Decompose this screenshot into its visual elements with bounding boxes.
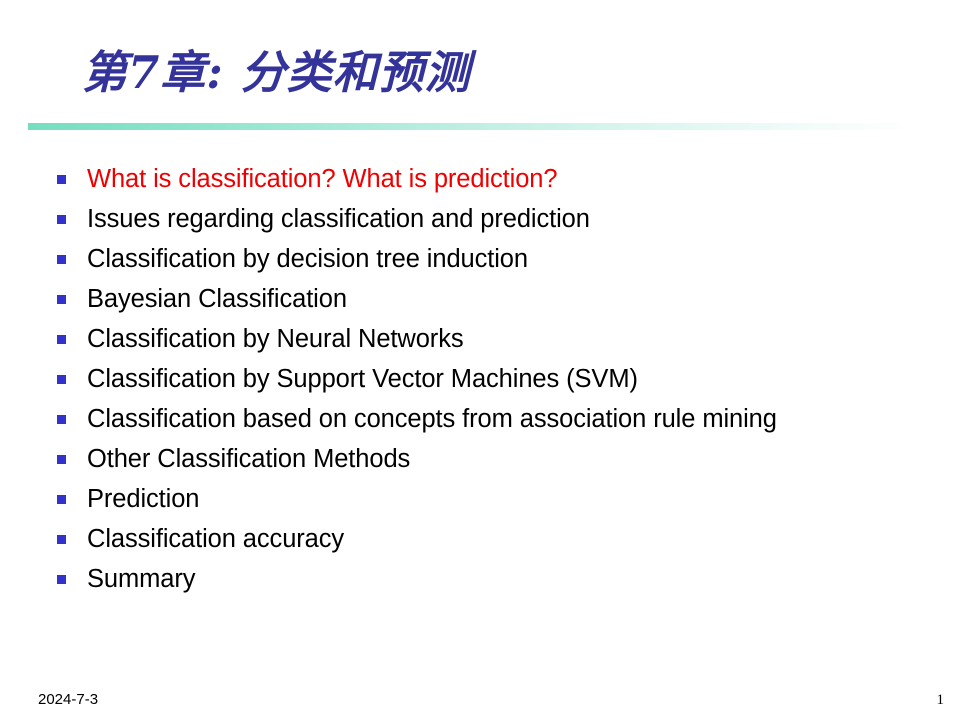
- footer-date: 2024-7-3: [38, 691, 99, 708]
- bullet-square-icon: [57, 495, 66, 504]
- bullet-square-icon: [57, 455, 66, 464]
- bullet-square-icon: [57, 215, 66, 224]
- bullet-square-icon: [57, 415, 66, 424]
- bullet-square-icon: [57, 175, 66, 184]
- list-item: Classification by Support Vector Machine…: [52, 363, 912, 396]
- list-item-label: Other Classification Methods: [87, 445, 411, 473]
- list-item-label: Prediction: [87, 485, 200, 513]
- page-title: 第7章: 分类和预测: [82, 46, 471, 99]
- list-item: Issues regarding classification and pred…: [52, 203, 912, 236]
- footer-page-number: 1: [936, 692, 945, 708]
- list-item: What is classification? What is predicti…: [52, 163, 912, 196]
- list-item: Classification by decision tree inductio…: [52, 243, 912, 276]
- list-item: Prediction: [52, 483, 912, 516]
- list-item-label: Summary: [87, 565, 196, 593]
- bullet-square-icon: [57, 535, 66, 544]
- title-block: 第7章: 分类和预测: [82, 41, 882, 113]
- bullet-square-icon: [57, 575, 66, 584]
- list-item-label: Bayesian Classification: [87, 285, 347, 313]
- list-item-label: Classification by Neural Networks: [87, 325, 464, 353]
- list-item-label: Classification accuracy: [87, 525, 345, 553]
- list-item: Bayesian Classification: [52, 283, 912, 316]
- bullet-square-icon: [57, 335, 66, 344]
- list-item: Other Classification Methods: [52, 443, 912, 476]
- slide-canvas: 第7章: 分类和预测 What is classification? What …: [0, 0, 960, 720]
- list-item: Classification accuracy: [52, 523, 912, 556]
- title-divider: [28, 123, 916, 130]
- list-item-label: What is classification? What is predicti…: [87, 165, 558, 193]
- list-item-label: Classification by decision tree inductio…: [87, 245, 528, 273]
- bullet-list: What is classification? What is predicti…: [52, 163, 912, 603]
- bullet-square-icon: [57, 295, 66, 304]
- list-item-label: Classification by Support Vector Machine…: [87, 365, 638, 393]
- list-item: Classification by Neural Networks: [52, 323, 912, 356]
- bullet-square-icon: [57, 375, 66, 384]
- list-item: Summary: [52, 563, 912, 596]
- bullet-square-icon: [57, 255, 66, 264]
- list-item: Classification based on concepts from as…: [52, 403, 912, 436]
- list-item-label: Classification based on concepts from as…: [87, 405, 777, 433]
- list-item-label: Issues regarding classification and pred…: [87, 205, 590, 233]
